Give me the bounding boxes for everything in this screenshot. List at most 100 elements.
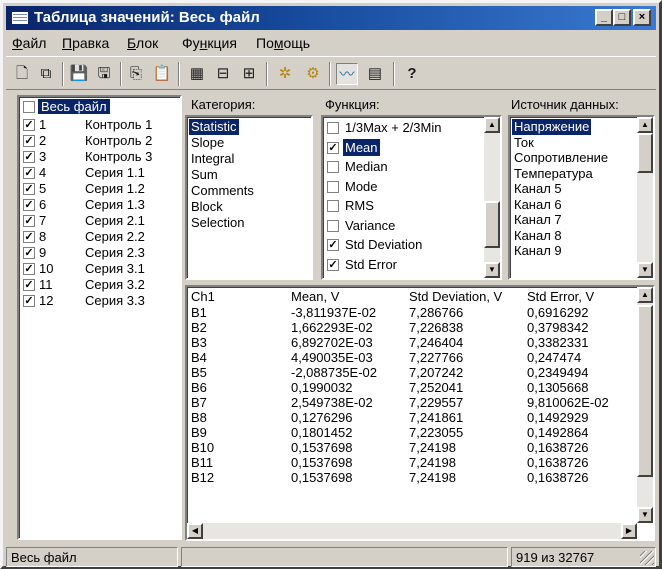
- source-item[interactable]: Канал 5: [512, 181, 564, 197]
- category-item[interactable]: Slope: [189, 135, 226, 151]
- function-checkbox[interactable]: ✓: [327, 239, 339, 251]
- menu-function[interactable]: Функция: [182, 35, 237, 51]
- channel-tree[interactable]: Весь файл ✓ 1 Контроль 1 ✓ 2 Контроль 2 ✓ 3 Конт…: [17, 95, 182, 540]
- close-button[interactable]: ×: [633, 9, 651, 26]
- table-header-cell[interactable]: Mean, V: [291, 289, 339, 304]
- scroll-right-icon[interactable]: ▶: [621, 523, 637, 539]
- tree-item-checkbox[interactable]: ✓: [23, 231, 35, 243]
- table-header-cell[interactable]: Ch1: [191, 289, 215, 304]
- menu-edit[interactable]: Правка: [62, 35, 109, 51]
- table-app-icon[interactable]: [12, 12, 28, 24]
- source-item[interactable]: Канал 9: [512, 243, 564, 259]
- tree-item-number: 12: [39, 293, 54, 308]
- tree-item-checkbox[interactable]: ✓: [23, 279, 35, 291]
- function-list[interactable]: 1/3Max + 2/3Min ✓ Mean Median Mode RMS Varianc…: [321, 115, 502, 280]
- tree-item-checkbox[interactable]: ✓: [23, 167, 35, 179]
- source-scrollbar[interactable]: ▲ ▼: [637, 117, 653, 278]
- scroll-down-icon[interactable]: ▼: [637, 507, 653, 523]
- category-item[interactable]: Integral: [189, 151, 236, 167]
- tree-item[interactable]: ✓ 9 Серия 2.3: [23, 245, 179, 261]
- table-hscrollbar[interactable]: ◀ ▶: [187, 523, 637, 539]
- paste-icon[interactable]: 📋: [151, 63, 173, 85]
- function-checkbox[interactable]: [327, 200, 339, 212]
- category-list[interactable]: Statistic Slope Integral Sum Comments Block Se…: [185, 115, 313, 280]
- function-checkbox[interactable]: [327, 122, 339, 134]
- tree-item-checkbox[interactable]: ✓: [23, 263, 35, 275]
- save-all-icon[interactable]: 🖫: [93, 63, 115, 85]
- tree-item[interactable]: ✓ 1 Контроль 1: [23, 117, 179, 133]
- gear-icon[interactable]: ✲: [274, 63, 296, 85]
- wave-icon[interactable]: 〰: [336, 63, 358, 85]
- tree-item-checkbox[interactable]: ✓: [23, 215, 35, 227]
- function-checkbox[interactable]: [327, 219, 339, 232]
- category-item[interactable]: Sum: [189, 167, 220, 183]
- category-item[interactable]: Comments: [189, 183, 256, 199]
- tree-item[interactable]: ✓ 5 Серия 1.2: [23, 181, 179, 197]
- source-list[interactable]: Напряжение Ток Сопротивление Температура Кан…: [508, 115, 655, 280]
- tree-item[interactable]: ✓ 2 Контроль 2: [23, 133, 179, 149]
- menu-file[interactable]: Файл: [12, 35, 46, 51]
- tree-item-checkbox[interactable]: ✓: [23, 295, 35, 307]
- scroll-left-icon[interactable]: ◀: [187, 523, 203, 539]
- source-item[interactable]: Напряжение: [512, 119, 592, 135]
- function-checkbox[interactable]: ✓: [327, 258, 339, 271]
- function-checkbox[interactable]: ✓: [327, 141, 339, 154]
- maximize-button[interactable]: □: [613, 9, 631, 26]
- source-item[interactable]: Канал 7: [512, 212, 564, 228]
- scroll-thumb[interactable]: [637, 305, 653, 477]
- scroll-up-icon[interactable]: ▲: [637, 117, 653, 133]
- scroll-down-icon[interactable]: ▼: [484, 262, 500, 278]
- category-item[interactable]: Selection: [189, 215, 246, 231]
- tree-item-checkbox[interactable]: ✓: [23, 199, 35, 211]
- tree-item[interactable]: ✓ 7 Серия 2.1: [23, 213, 179, 229]
- tree-root[interactable]: Весь файл: [23, 99, 179, 115]
- tree-item[interactable]: ✓ 6 Серия 1.3: [23, 197, 179, 213]
- tree-item-checkbox[interactable]: ✓: [23, 119, 35, 131]
- menu-block[interactable]: Блок: [127, 35, 158, 51]
- tree-item[interactable]: ✓ 12 Серия 3.3: [23, 293, 179, 309]
- source-item[interactable]: Канал 8: [512, 228, 564, 244]
- tree-root-checkbox[interactable]: [23, 101, 35, 113]
- tree-item[interactable]: ✓ 3 Контроль 3: [23, 149, 179, 165]
- source-item[interactable]: Сопротивление: [512, 150, 610, 166]
- source-item[interactable]: Температура: [512, 166, 595, 182]
- tree-item-checkbox[interactable]: ✓: [23, 183, 35, 195]
- table-vscrollbar[interactable]: ▲ ▼: [637, 287, 653, 523]
- scroll-down-icon[interactable]: ▼: [637, 262, 653, 278]
- tree-icon[interactable]: ⊞: [238, 63, 260, 85]
- tree-item-checkbox[interactable]: ✓: [23, 151, 35, 163]
- tree-item[interactable]: ✓ 11 Серия 3.2: [23, 277, 179, 293]
- menu-help[interactable]: Помощь: [256, 35, 310, 51]
- channel-vertical-icon[interactable]: ▦: [186, 63, 208, 85]
- scroll-up-icon[interactable]: ▲: [484, 117, 500, 133]
- save-icon[interactable]: 💾: [68, 63, 90, 85]
- histogram-icon[interactable]: ▤: [364, 63, 386, 85]
- category-item[interactable]: Statistic: [189, 119, 239, 135]
- scroll-up-icon[interactable]: ▲: [637, 287, 653, 303]
- function-scrollbar[interactable]: ▲ ▼: [484, 117, 500, 278]
- multi-gear-icon[interactable]: ⚙: [302, 63, 324, 85]
- copy-doc-icon[interactable]: ⧉: [35, 63, 57, 85]
- function-checkbox[interactable]: [327, 161, 339, 173]
- tree-item-checkbox[interactable]: ✓: [23, 135, 35, 147]
- scroll-thumb[interactable]: [637, 133, 653, 173]
- new-icon[interactable]: 🗋: [11, 63, 33, 85]
- source-item[interactable]: Канал 6: [512, 197, 564, 213]
- resize-grip-icon[interactable]: [640, 551, 654, 565]
- minimize-button[interactable]: _: [595, 9, 613, 26]
- function-checkbox[interactable]: [327, 180, 339, 193]
- category-item[interactable]: Block: [189, 199, 225, 215]
- results-table[interactable]: Ch1 Mean, V Std Deviation, V Std Error, V B1…: [185, 285, 655, 541]
- source-item[interactable]: Ток: [512, 135, 536, 151]
- tree-item[interactable]: ✓ 4 Серия 1.1: [23, 165, 179, 181]
- scroll-thumb[interactable]: [484, 201, 500, 248]
- tree-item[interactable]: ✓ 8 Серия 2.2: [23, 229, 179, 245]
- table-header-cell[interactable]: Std Error, V: [527, 289, 594, 304]
- tree-item-checkbox[interactable]: ✓: [23, 247, 35, 259]
- help-icon[interactable]: ?: [401, 63, 423, 85]
- copy-icon[interactable]: ⎘: [125, 63, 147, 85]
- table-header-cell[interactable]: Std Deviation, V: [409, 289, 502, 304]
- channel-split-icon[interactable]: ⊟: [212, 63, 234, 85]
- title-bar[interactable]: Таблица значений: Весь файл _ □ ×: [6, 6, 656, 30]
- tree-item[interactable]: ✓ 10 Серия 3.1: [23, 261, 179, 277]
